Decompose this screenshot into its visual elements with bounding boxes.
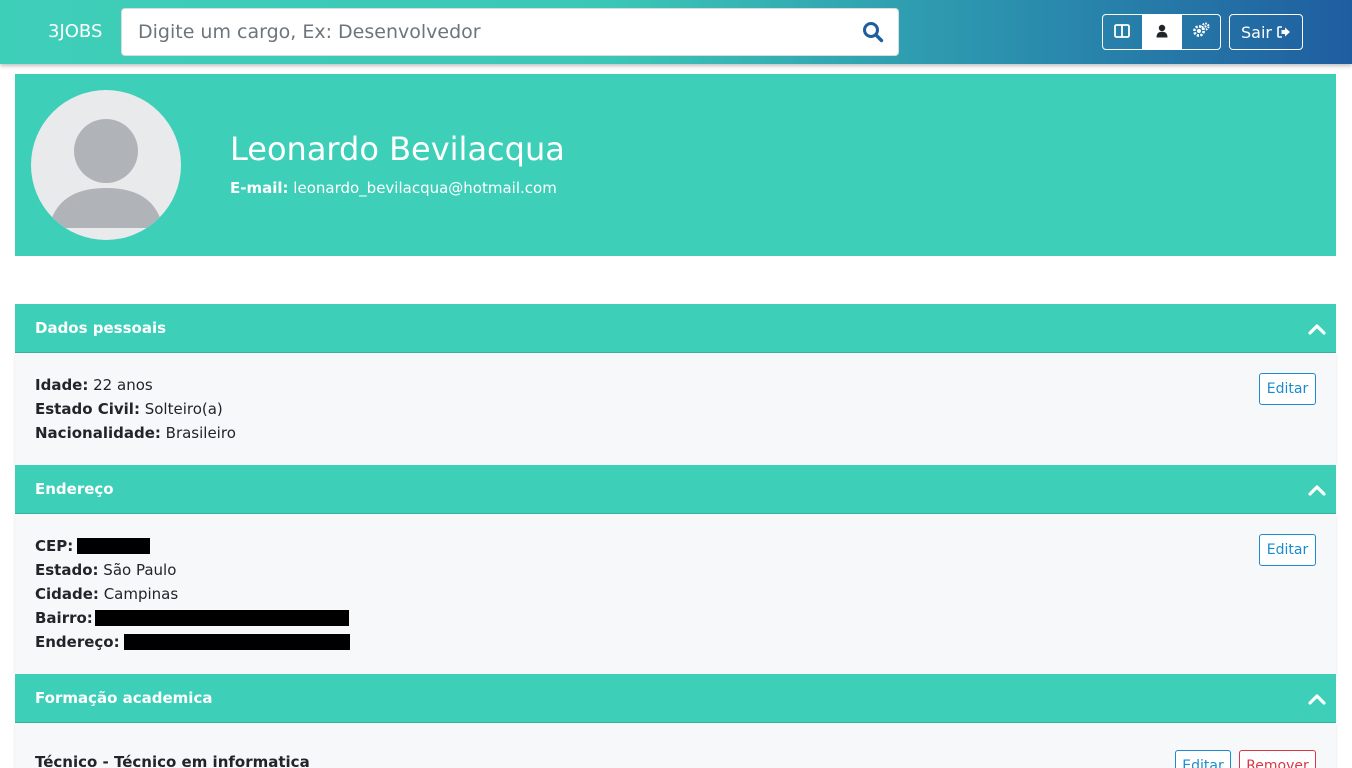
civil-status-label: Estado Civil: [35, 400, 140, 418]
search-icon[interactable] [862, 21, 884, 43]
profile-button[interactable] [1141, 15, 1181, 49]
section-header-education[interactable]: Formação academica [15, 674, 1336, 723]
state-value: São Paulo [103, 561, 177, 579]
age-row: Idade: 22 anos [35, 373, 153, 397]
age-label: Idade: [35, 376, 89, 394]
remove-education-button[interactable]: Remover [1239, 750, 1316, 768]
city-value: Campinas [103, 585, 179, 603]
chevron-up-icon[interactable] [1308, 323, 1326, 335]
nationality-label: Nacionalidade: [35, 424, 161, 442]
redacted-block [123, 634, 350, 650]
state-row: Estado: São Paulo [35, 558, 176, 582]
nationality-value: Brasileiro [165, 424, 236, 442]
state-label: Estado: [35, 561, 99, 579]
street-label: Endereço: [35, 633, 120, 651]
chevron-up-icon[interactable] [1308, 693, 1326, 705]
street-row: Endereço: [35, 630, 350, 654]
section-title-address: Endereço [35, 480, 114, 498]
district-row: Bairro: [35, 606, 349, 630]
email-label: E-mail: [230, 179, 289, 197]
edit-address-button[interactable]: Editar [1259, 534, 1316, 566]
cep-label: CEP: [35, 537, 74, 555]
education-item-title: Técnico - Técnico em informatica [35, 753, 310, 768]
section-header-personal[interactable]: Dados pessoais [15, 304, 1336, 353]
email-value: leonardo_bevilacqua@hotmail.com [293, 179, 557, 197]
settings-button[interactable] [1180, 15, 1220, 49]
columns-view-button[interactable] [1103, 15, 1142, 49]
columns-icon [1114, 23, 1131, 42]
profile-header: Leonardo Bevilacqua E-mail: leonardo_bev… [15, 74, 1336, 256]
age-value: 22 anos [93, 376, 153, 394]
user-icon [1156, 23, 1168, 42]
cogs-icon [1192, 22, 1210, 42]
redacted-block [94, 610, 349, 626]
edit-education-button[interactable]: Editar [1175, 750, 1231, 768]
section-body-address: CEP: Estado: São Paulo Cidade: Campinas … [15, 514, 1336, 674]
city-label: Cidade: [35, 585, 99, 603]
logout-button[interactable]: Sair [1229, 14, 1303, 50]
profile-name: Leonardo Bevilacqua [230, 130, 565, 168]
profile-email: E-mail: leonardo_bevilacqua@hotmail.com [230, 178, 557, 198]
search-input[interactable] [122, 9, 842, 55]
section-title-education: Formação academica [35, 689, 213, 707]
section-title-personal: Dados pessoais [35, 319, 167, 337]
search-box [121, 8, 899, 56]
cep-row: CEP: [35, 534, 151, 558]
district-label: Bairro: [35, 609, 93, 627]
nationality-row: Nacionalidade: Brasileiro [35, 421, 236, 445]
chevron-up-icon[interactable] [1308, 484, 1326, 496]
section-body-education: Técnico - Técnico em informatica Editar … [15, 723, 1336, 768]
sign-out-icon [1277, 23, 1291, 42]
civil-status-value: Solteiro(a) [144, 400, 223, 418]
view-button-group [1102, 14, 1221, 50]
user-placeholder-icon [49, 119, 163, 228]
section-header-address[interactable]: Endereço [15, 465, 1336, 514]
logout-label: Sair [1241, 22, 1272, 42]
section-body-personal: Idade: 22 anos Estado Civil: Solteiro(a)… [15, 353, 1336, 465]
city-row: Cidade: Campinas [35, 582, 178, 606]
top-navbar: 3JOBS Digite um cargo, Ex: Desenvolvedor… [0, 0, 1352, 64]
edit-personal-button[interactable]: Editar [1259, 373, 1316, 405]
brand-logo[interactable]: 3JOBS [48, 20, 102, 44]
redacted-block [77, 538, 151, 554]
avatar [31, 90, 181, 240]
civil-status-row: Estado Civil: Solteiro(a) [35, 397, 223, 421]
